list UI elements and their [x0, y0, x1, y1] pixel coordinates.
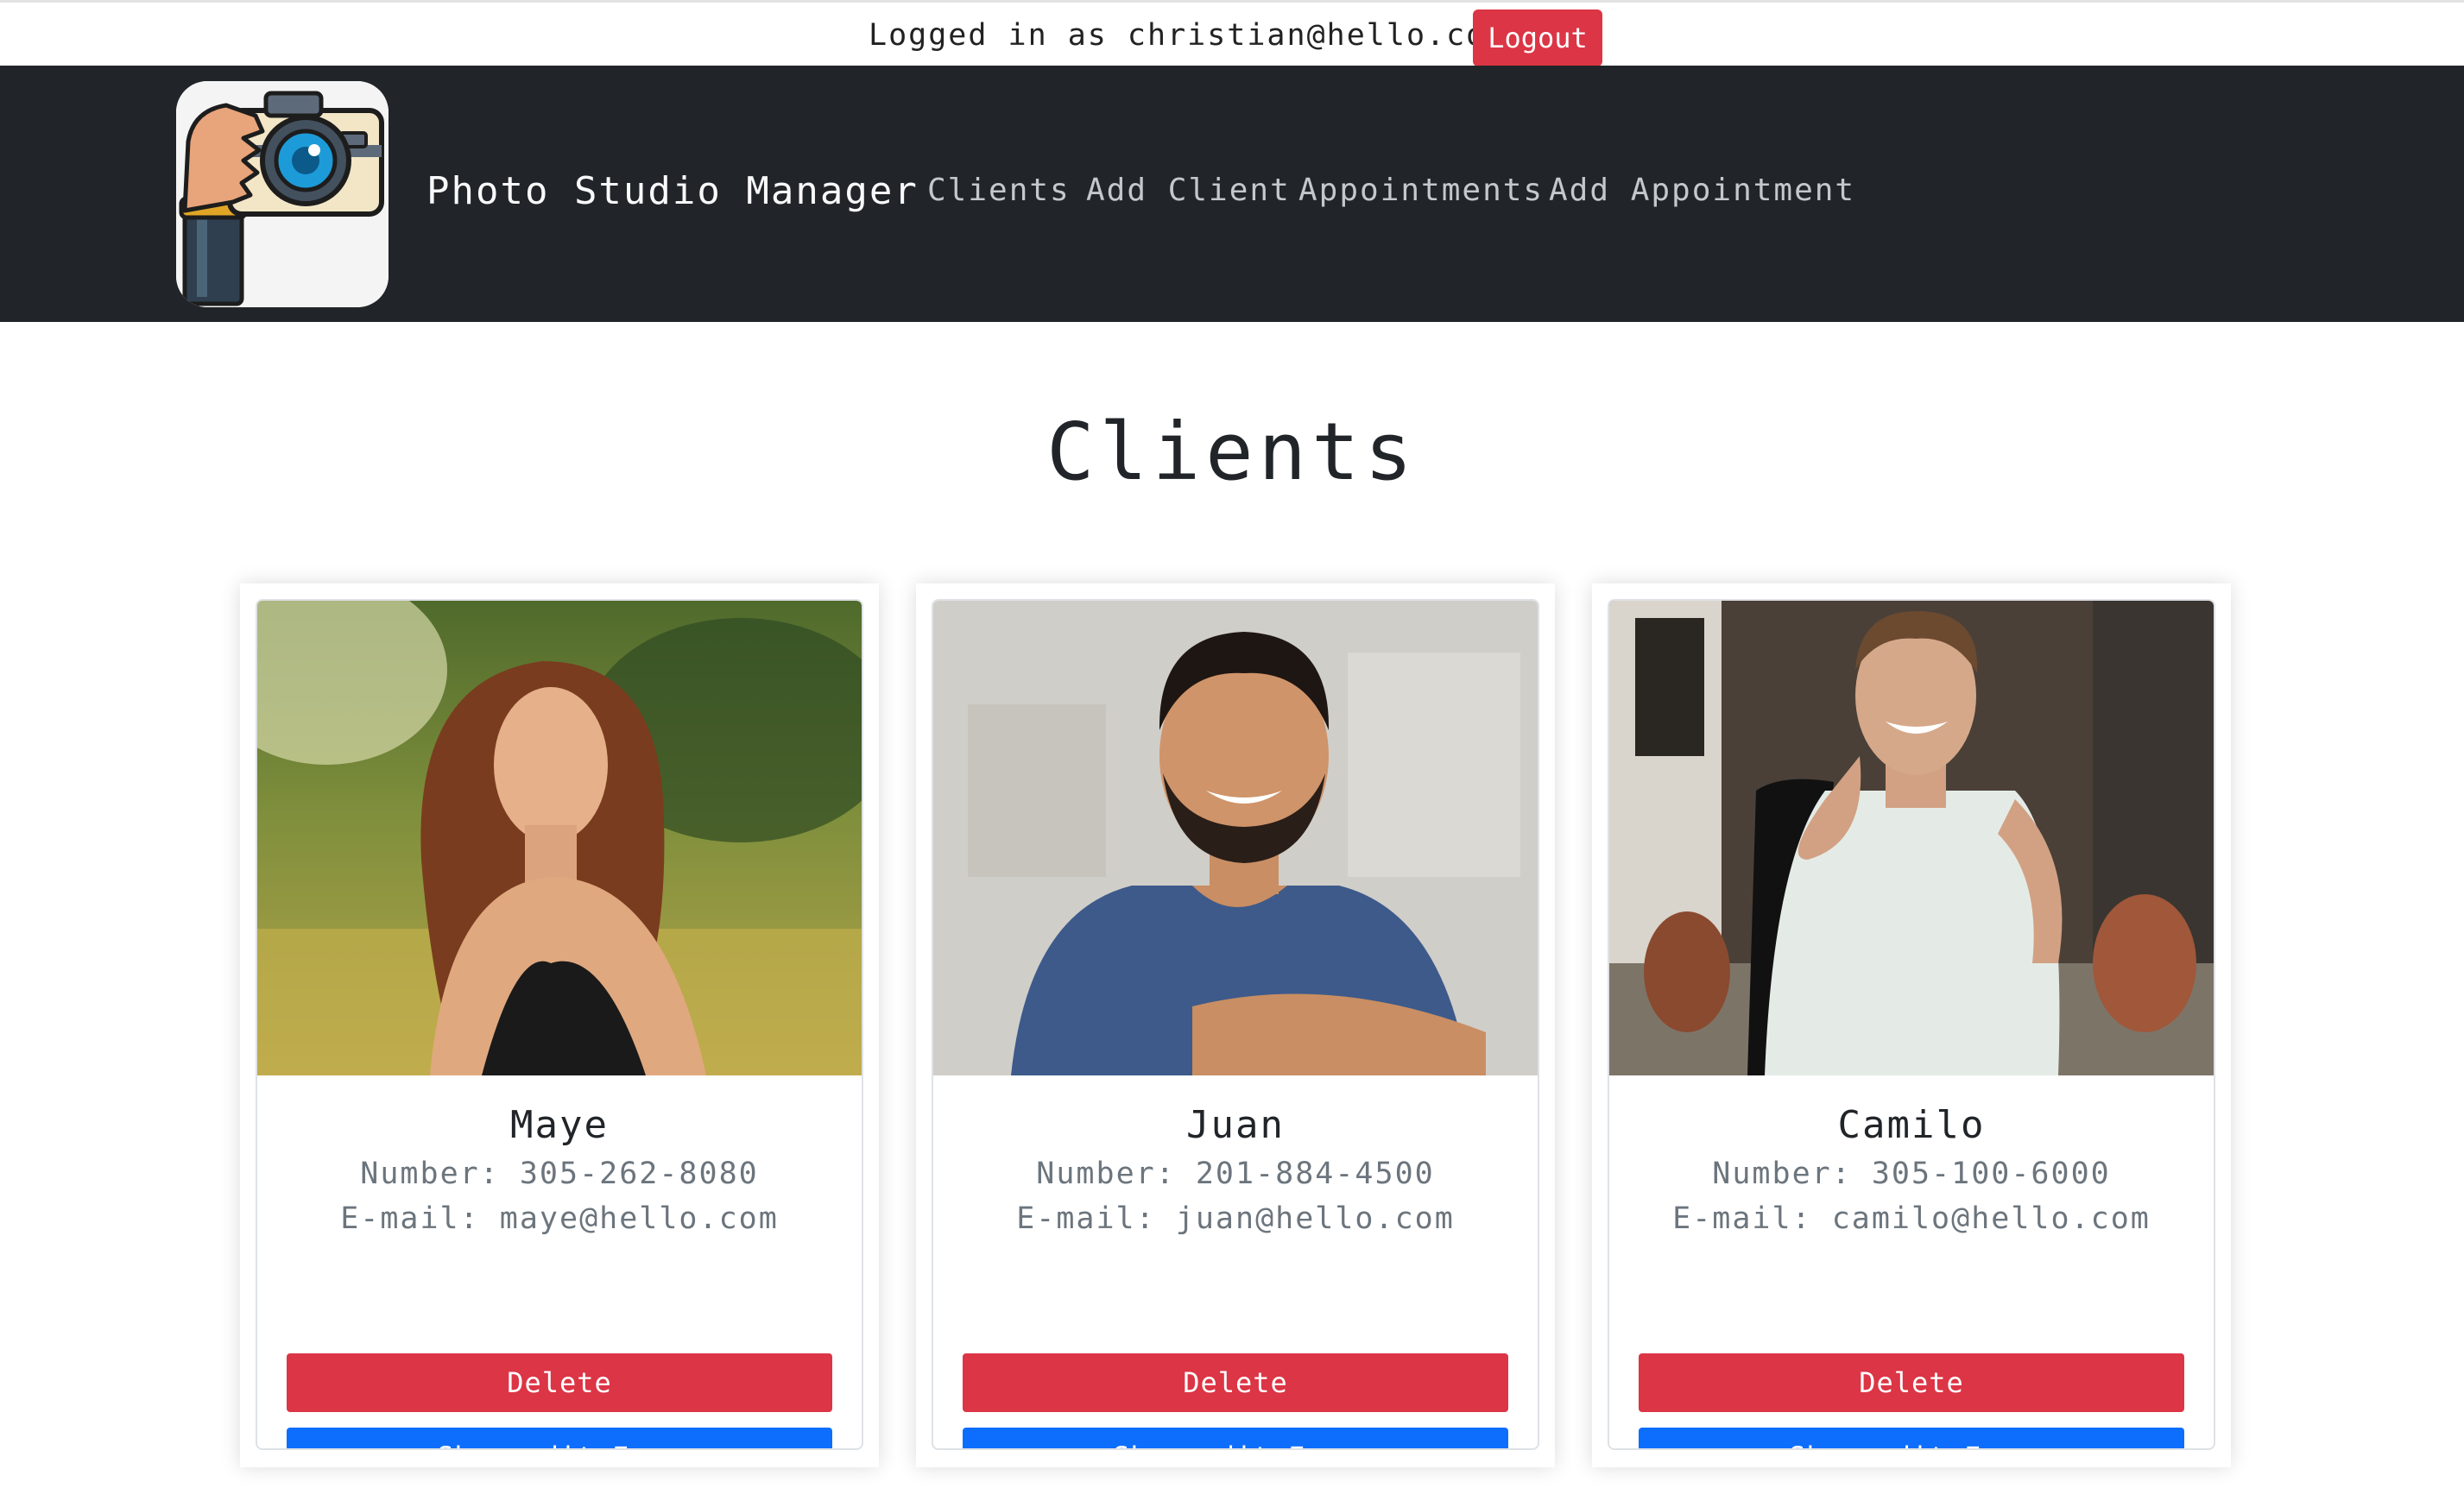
client-card: Juan Number: 201-884-4500 E-mail: juan@h… [932, 599, 1539, 1450]
client-photo [1609, 601, 2214, 1075]
client-name: Maye [510, 1103, 609, 1147]
show-edit-form-button[interactable]: Show edit Form [1639, 1428, 2184, 1448]
client-name: Juan [1186, 1103, 1285, 1147]
show-edit-form-button[interactable]: Show edit Form [963, 1428, 1508, 1448]
client-email: E-mail: camilo@hello.com [1672, 1201, 2151, 1236]
client-card: Maye Number: 305-262-8080 E-mail: maye@h… [256, 599, 863, 1450]
page-title: Clients [1046, 406, 1418, 498]
nav-link-add-appointment[interactable]: Add Appointment [1549, 173, 1855, 208]
client-card-wrapper: Camilo Number: 305-100-6000 E-mail: cami… [1592, 583, 2231, 1467]
delete-button[interactable]: Delete [963, 1353, 1508, 1412]
client-card-wrapper: Maye Number: 305-262-8080 E-mail: maye@h… [240, 583, 879, 1467]
logout-button[interactable]: Logout [1473, 9, 1602, 66]
delete-button[interactable]: Delete [287, 1353, 832, 1412]
logged-in-text: Logged in as christian@hello.com [869, 18, 1507, 53]
nav-link-add-client[interactable]: Add Client [1086, 173, 1291, 208]
camera-hand-logo-icon[interactable] [176, 81, 389, 307]
login-status-bar: Logged in as christian@hello.com Logout [0, 0, 2464, 66]
client-email: E-mail: juan@hello.com [1016, 1201, 1455, 1236]
client-number: Number: 305-100-6000 [1712, 1157, 2111, 1191]
nav-link-clients[interactable]: Clients [927, 173, 1071, 208]
client-name: Camilo [1837, 1103, 1986, 1147]
brand-title[interactable]: Photo Studio Manager [426, 169, 919, 213]
client-photo [257, 601, 862, 1075]
client-photo [933, 601, 1538, 1075]
show-edit-form-button[interactable]: Show edit Form [287, 1428, 832, 1448]
client-card-wrapper: Juan Number: 201-884-4500 E-mail: juan@h… [916, 583, 1555, 1467]
client-number: Number: 201-884-4500 [1036, 1157, 1435, 1191]
client-card: Camilo Number: 305-100-6000 E-mail: cami… [1608, 599, 2215, 1450]
nav-link-appointments[interactable]: Appointments [1298, 173, 1544, 208]
client-number: Number: 305-262-8080 [360, 1157, 759, 1191]
client-email: E-mail: maye@hello.com [340, 1201, 779, 1236]
delete-button[interactable]: Delete [1639, 1353, 2184, 1412]
